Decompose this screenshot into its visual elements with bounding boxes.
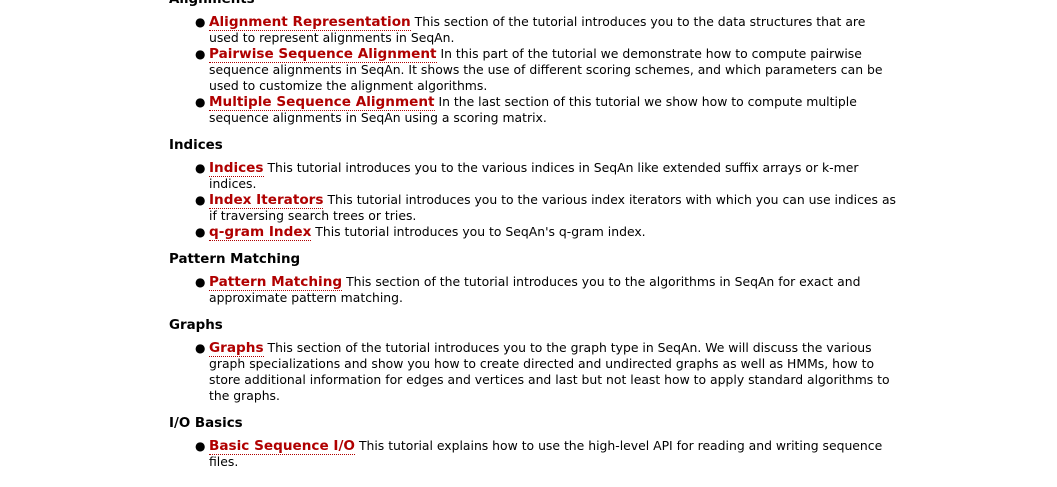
bullet-icon: ●: [195, 95, 206, 109]
list-item: ● q-gram Index This tutorial introduces …: [169, 224, 899, 241]
bullet-icon: ●: [195, 193, 206, 207]
graphs-link[interactable]: Graphs: [209, 340, 264, 357]
bullet-icon: ●: [195, 275, 206, 289]
section-heading: Pattern Matching: [169, 252, 301, 267]
multiple-sequence-alignment-link[interactable]: Multiple Sequence Alignment: [209, 94, 435, 111]
item-description: This section of the tutorial introduces …: [209, 340, 890, 403]
pairwise-sequence-alignment-link[interactable]: Pairwise Sequence Alignment: [209, 46, 437, 63]
topic-list: ● Basic Sequence I/O This tutorial expla…: [169, 438, 899, 470]
section-heading: Alignments: [169, 0, 899, 8]
list-item: ● Index Iterators This tutorial introduc…: [169, 192, 899, 224]
list-item: ● Pattern Matching This section of the t…: [169, 274, 899, 306]
item-description: This tutorial introduces you to SeqAn's …: [315, 224, 646, 239]
section-io-basics: I/O Basics ● Basic Sequence I/O This tut…: [169, 415, 899, 470]
list-item: ● Multiple Sequence Alignment In the las…: [169, 94, 899, 126]
topic-list: ● Alignment Representation This section …: [169, 14, 899, 126]
list-item: ● Alignment Representation This section …: [169, 14, 899, 46]
bullet-icon: ●: [195, 47, 206, 61]
bullet-icon: ●: [195, 439, 206, 453]
alignment-representation-link[interactable]: Alignment Representation: [209, 14, 411, 31]
indices-link[interactable]: Indices: [209, 160, 264, 177]
section-indices: Indices ● Indices This tutorial introduc…: [169, 137, 899, 241]
topic-list: ● Indices This tutorial introduces you t…: [169, 160, 899, 241]
q-gram-index-link[interactable]: q-gram Index: [209, 224, 312, 241]
section-heading: Indices: [169, 138, 223, 153]
bullet-icon: ●: [195, 225, 206, 239]
section-alignments: Alignments ● Alignment Representation Th…: [169, 0, 899, 126]
bullet-icon: ●: [195, 161, 206, 175]
index-iterators-link[interactable]: Index Iterators: [209, 192, 324, 209]
list-item: ● Basic Sequence I/O This tutorial expla…: [169, 438, 899, 470]
item-description: This tutorial introduces you to the vari…: [209, 160, 859, 191]
tutorial-content: Alignments ● Alignment Representation Th…: [169, 0, 899, 470]
basic-sequence-io-link[interactable]: Basic Sequence I/O: [209, 438, 355, 455]
section-graphs: Graphs ● Graphs This section of the tuto…: [169, 317, 899, 404]
list-item: ● Indices This tutorial introduces you t…: [169, 160, 899, 192]
list-item: ● Pairwise Sequence Alignment In this pa…: [169, 46, 899, 94]
bullet-icon: ●: [195, 341, 206, 355]
topic-list: ● Graphs This section of the tutorial in…: [169, 340, 899, 404]
list-item: ● Graphs This section of the tutorial in…: [169, 340, 899, 404]
section-heading: I/O Basics: [169, 416, 243, 431]
topic-list: ● Pattern Matching This section of the t…: [169, 274, 899, 306]
pattern-matching-link[interactable]: Pattern Matching: [209, 274, 343, 291]
bullet-icon: ●: [195, 15, 206, 29]
section-heading: Graphs: [169, 318, 223, 333]
section-pattern-matching: Pattern Matching ● Pattern Matching This…: [169, 251, 899, 306]
